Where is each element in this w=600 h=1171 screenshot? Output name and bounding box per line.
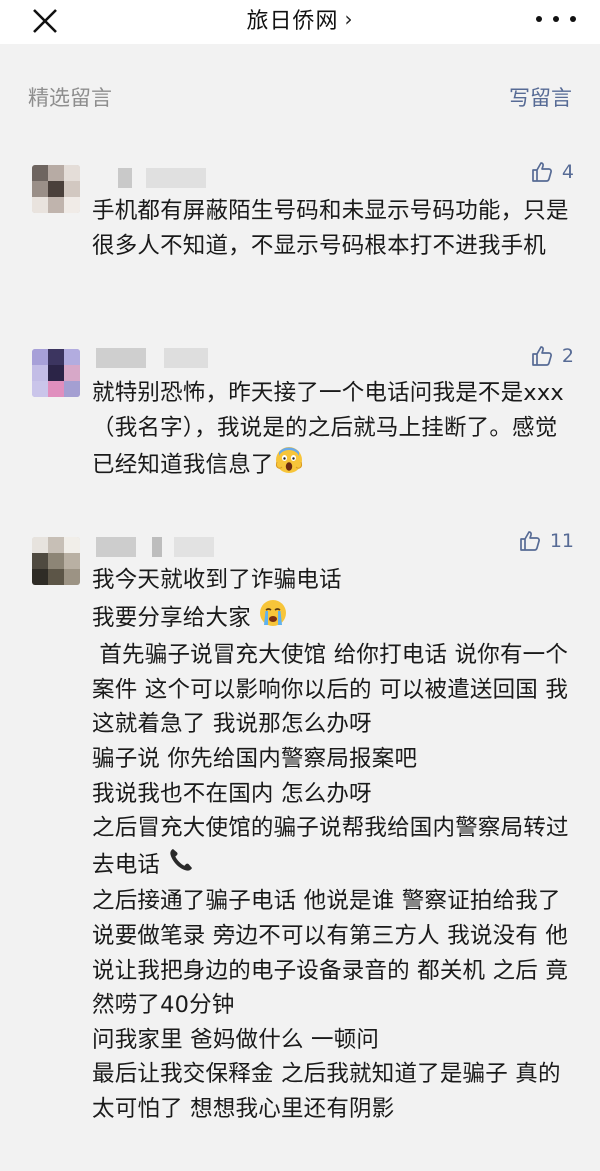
comment-line: 我要分享给大家 xyxy=(92,598,572,639)
more-dots-icon[interactable] xyxy=(536,6,576,32)
like-count: 4 xyxy=(561,161,574,183)
comments-section-header: 精选留言 写留言 xyxy=(0,78,600,118)
nickname-blurred xyxy=(96,537,214,557)
comment-line: 之后接通了骗子电话 他说是谁 警察证拍给我了 说要做笔录 旁边不可以有第三方人 … xyxy=(92,888,569,1019)
section-title: 精选留言 xyxy=(28,86,112,110)
comment-line-text: 我要分享给大家 xyxy=(92,604,251,631)
crying-face-emoji-icon xyxy=(258,598,288,639)
thumbs-up-icon xyxy=(532,346,552,366)
thumbs-up-icon xyxy=(532,162,552,182)
comment-line: 问我家里 爸妈做什么 一顿问 xyxy=(92,1026,380,1053)
nickname-blurred xyxy=(96,348,208,368)
comment-text-content: 就特别恐怖，昨天接了一个电话问我是不是xxx（我名字），我说是的之后就马上挂断了… xyxy=(92,380,564,478)
screaming-face-emoji-icon xyxy=(274,445,304,486)
comment-line-text: 之后冒充大使馆的骗子说帮我给国内警察局转过去电话 xyxy=(92,815,569,878)
account-title[interactable]: 旅日侨网 › xyxy=(0,0,600,38)
top-bar: 旅日侨网 › xyxy=(0,0,600,44)
like-count: 2 xyxy=(561,345,574,367)
avatar[interactable] xyxy=(32,165,80,213)
thumbs-up-icon xyxy=(519,531,540,551)
nickname-blurred xyxy=(96,168,206,188)
comment-line: 首先骗子说冒充大使馆 给你打电话 说你有一个案件 这个可以影响你以后的 可以被遣… xyxy=(92,642,569,738)
chevron-right-icon: › xyxy=(344,7,354,31)
comment-line: 之后冒充大使馆的骗子说帮我给国内警察局转过去电话 xyxy=(92,811,572,884)
avatar[interactable] xyxy=(32,537,80,585)
avatar[interactable] xyxy=(32,349,80,397)
comment-text: 手机都有屏蔽陌生号码和未显示号码功能，只是很多人不知道，不显示号码根本打不进我手… xyxy=(92,198,569,259)
comment-line: 骗子说 你先给国内警察局报案吧 xyxy=(92,745,418,772)
account-name[interactable]: 旅日侨网 xyxy=(246,3,338,35)
like-button[interactable]: 11 xyxy=(518,529,574,553)
comment-line: 我说我也不在国内 怎么办呀 xyxy=(92,780,372,807)
write-comment-link[interactable]: 写留言 xyxy=(509,82,572,112)
comment-text: 就特别恐怖，昨天接了一个电话问我是不是xxx（我名字），我说是的之后就马上挂断了… xyxy=(92,376,572,486)
comment-line: 最后让我交保释金 之后我就知道了是骗子 真的太可怕了 想想我心里还有阴影 xyxy=(92,1061,561,1122)
like-count: 11 xyxy=(549,530,574,552)
like-button[interactable]: 2 xyxy=(530,344,574,368)
comment-text: 我今天就收到了诈骗电话 我要分享给大家 首先骗子说冒充大使馆 给你打电话 说你有… xyxy=(92,563,572,1127)
like-button[interactable]: 4 xyxy=(530,160,574,184)
telephone-receiver-icon xyxy=(167,846,195,885)
comment-line: 我今天就收到了诈骗电话 xyxy=(92,567,342,593)
